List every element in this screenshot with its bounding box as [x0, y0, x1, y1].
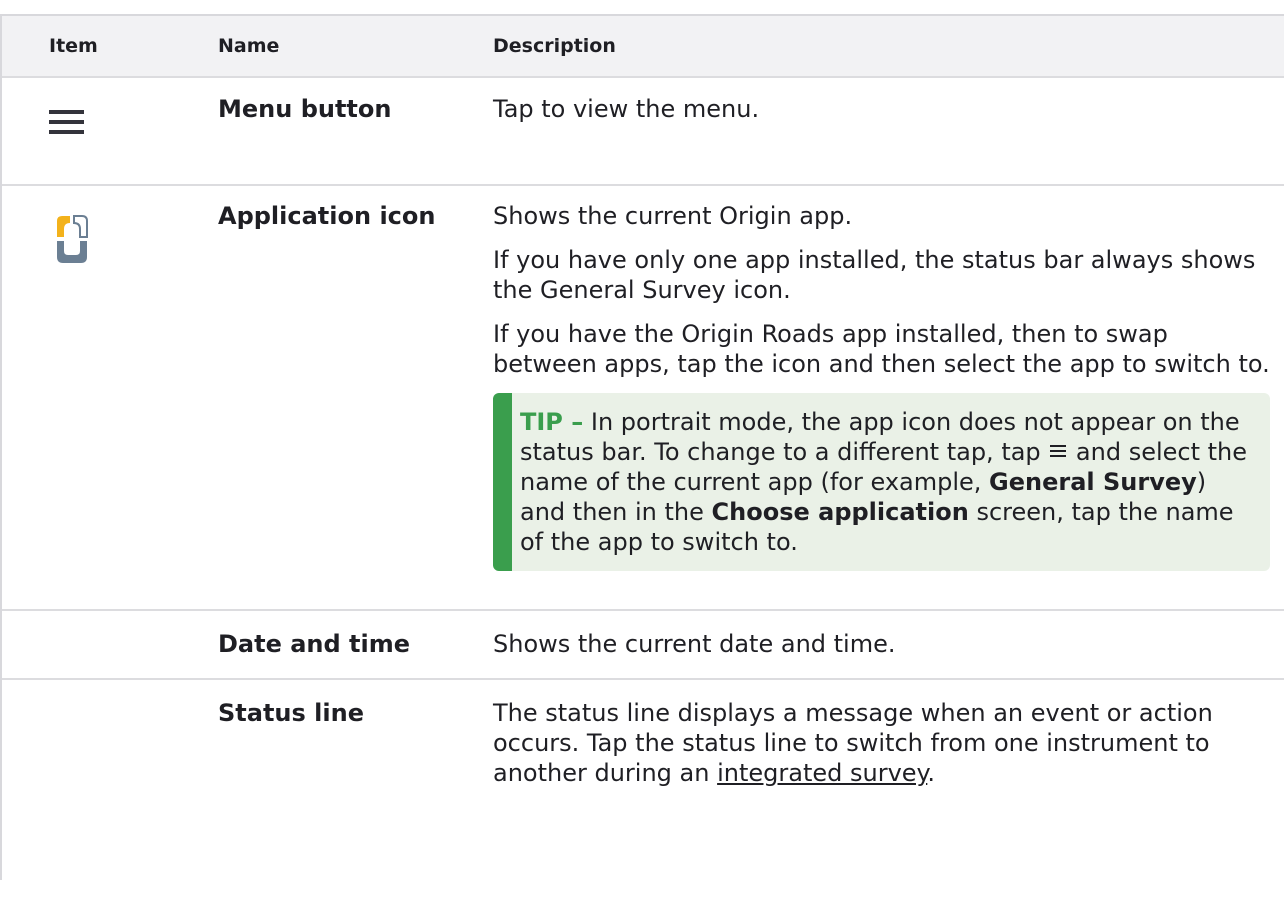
tip-bold-text: General Survey [989, 468, 1197, 496]
item-cell [2, 78, 198, 184]
header-name: Name [218, 35, 280, 57]
tip-callout: TIP – In portrait mode, the app icon doe… [493, 393, 1270, 571]
header-description: Description [493, 35, 616, 57]
inline-menu-icon [1050, 445, 1067, 457]
description-text: The status line displays a message when … [493, 698, 1270, 788]
description-text: Shows the current date and time. [493, 630, 896, 658]
description-text-suffix: . [927, 759, 935, 787]
hamburger-menu-icon [49, 110, 84, 134]
table-row: Application icon Shows the current Origi… [2, 186, 1284, 611]
description-cell: Tap to view the menu. [473, 78, 1284, 184]
items-table: Item Name Description Menu button Tap to… [0, 14, 1284, 880]
tip-bold-text: Choose application [711, 498, 969, 526]
description-cell: The status line displays a message when … [473, 680, 1284, 880]
table-row: Status line The status line displays a m… [2, 680, 1284, 880]
table-row: Date and time Shows the current date and… [2, 611, 1284, 680]
description-text: If you have only one app installed, the … [493, 246, 1256, 304]
item-cell [2, 186, 198, 609]
origin-application-icon [57, 215, 88, 263]
description-text: Shows the current Origin app. [493, 202, 853, 230]
name-cell: Status line [218, 699, 364, 727]
name-cell: Application icon [218, 202, 436, 230]
description-cell: Shows the current date and time. [473, 611, 1284, 673]
table-header-row: Item Name Description [2, 16, 1284, 78]
header-item: Item [49, 35, 98, 57]
name-cell: Menu button [218, 95, 392, 123]
name-cell: Date and time [218, 630, 411, 658]
description-text: If you have the Origin Roads app install… [493, 320, 1270, 378]
item-cell [2, 680, 198, 880]
description-text: Tap to view the menu. [493, 95, 760, 123]
table-row: Menu button Tap to view the menu. [2, 78, 1284, 186]
description-cell: Shows the current Origin app. If you hav… [473, 186, 1284, 609]
tip-label: TIP – [520, 408, 584, 436]
integrated-survey-link[interactable]: integrated survey [717, 759, 927, 787]
